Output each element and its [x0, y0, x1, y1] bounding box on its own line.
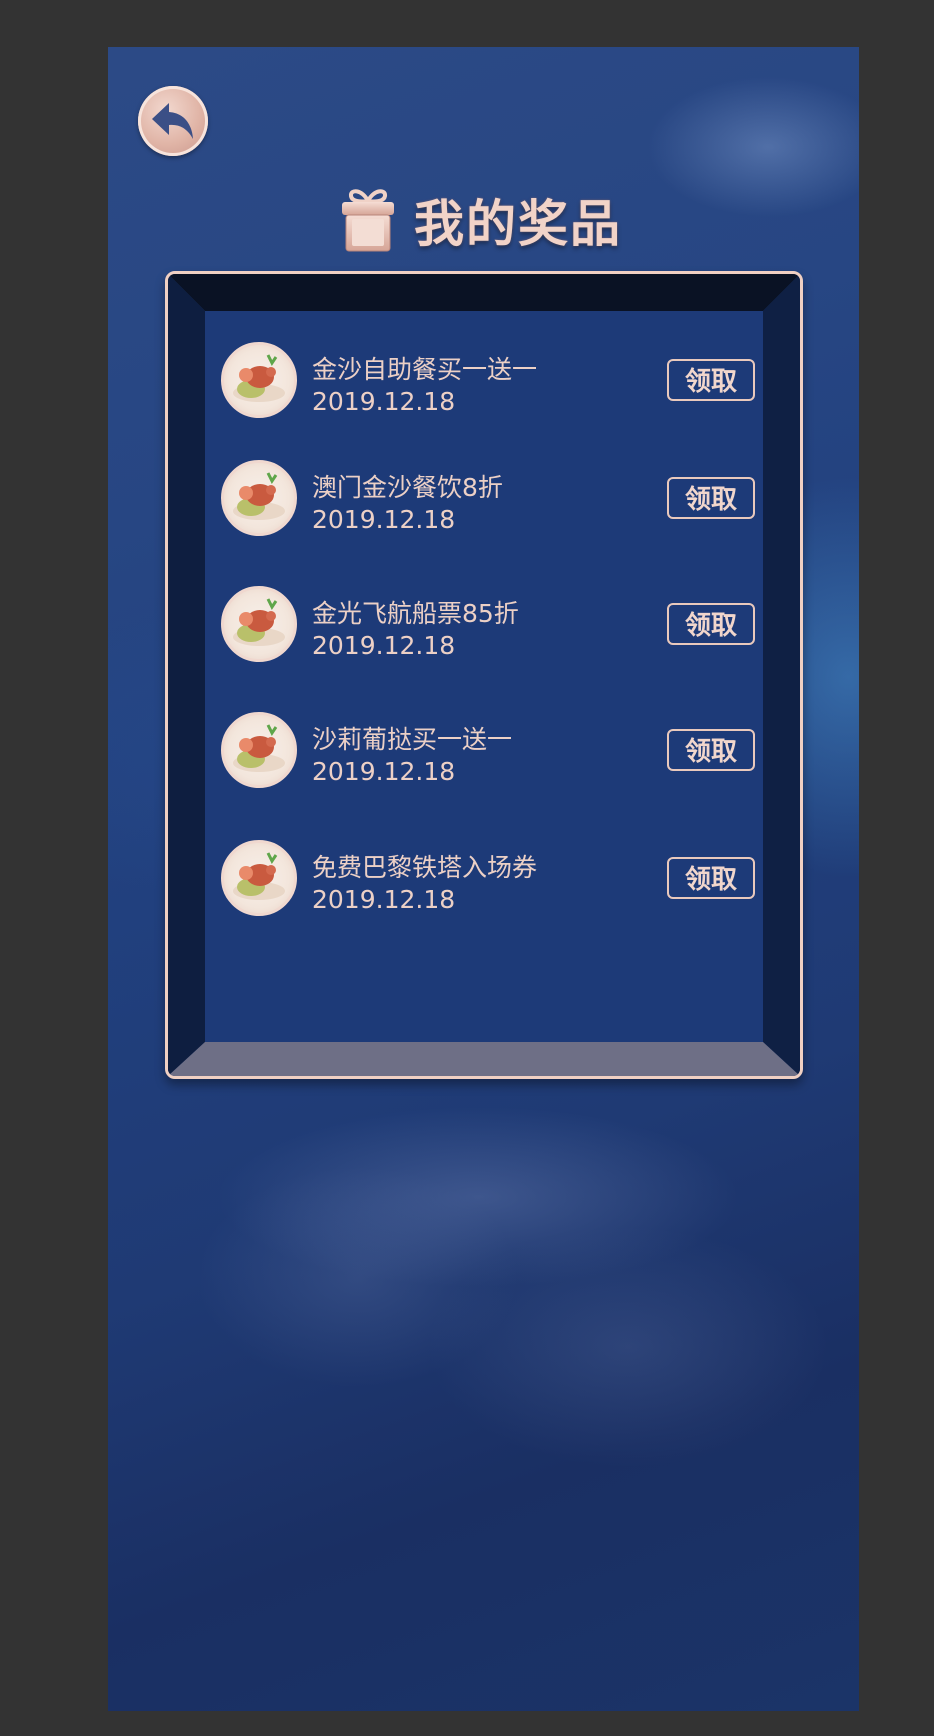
claim-button[interactable]: 领取: [667, 857, 755, 899]
back-button[interactable]: [138, 86, 208, 156]
claim-button[interactable]: 领取: [667, 359, 755, 401]
prize-thumbnail: [221, 460, 297, 536]
page-header: 我的奖品: [338, 185, 622, 255]
prize-item: 金沙自助餐买一送一 2019.12.18 领取: [221, 342, 755, 418]
prize-panel: 金沙自助餐买一送一 2019.12.18 领取 澳门金沙餐饮8折 2019.12…: [165, 271, 803, 1079]
prize-thumbnail: [221, 712, 297, 788]
prize-name: 免费巴黎铁塔入场券: [312, 853, 538, 882]
prize-date: 2019.12.18: [312, 757, 456, 786]
prize-item: 金光飞航船票85折 2019.12.18 领取: [221, 586, 755, 662]
page-title: 我的奖品: [414, 195, 622, 253]
prize-item: 免费巴黎铁塔入场券 2019.12.18 领取: [221, 840, 755, 916]
prize-item: 澳门金沙餐饮8折 2019.12.18 领取: [221, 460, 755, 536]
gift-icon: [342, 189, 394, 252]
prize-thumbnail: [221, 840, 297, 916]
prize-thumbnail: [221, 342, 297, 418]
prize-date: 2019.12.18: [312, 885, 456, 914]
prize-name: 金沙自助餐买一送一: [312, 355, 538, 384]
prize-item: 沙莉葡挞买一送一 2019.12.18 领取: [221, 712, 755, 788]
prize-date: 2019.12.18: [312, 387, 456, 416]
claim-button[interactable]: 领取: [667, 603, 755, 645]
back-arrow-icon: [152, 103, 193, 139]
prize-thumbnail: [221, 586, 297, 662]
claim-button[interactable]: 领取: [667, 477, 755, 519]
claim-button[interactable]: 领取: [667, 729, 755, 771]
prize-screen: 我的奖品 金沙自助餐买一送一 2019.12.18 领取 澳门金沙餐饮8折 20…: [108, 47, 859, 1711]
prize-name: 沙莉葡挞买一送一: [312, 725, 513, 754]
prize-date: 2019.12.18: [312, 631, 456, 660]
prize-name: 金光飞航船票85折: [312, 599, 519, 628]
prize-name: 澳门金沙餐饮8折: [312, 473, 503, 502]
prize-list-area: 金沙自助餐买一送一 2019.12.18 领取 澳门金沙餐饮8折 2019.12…: [205, 311, 763, 1042]
prize-date: 2019.12.18: [312, 505, 456, 534]
